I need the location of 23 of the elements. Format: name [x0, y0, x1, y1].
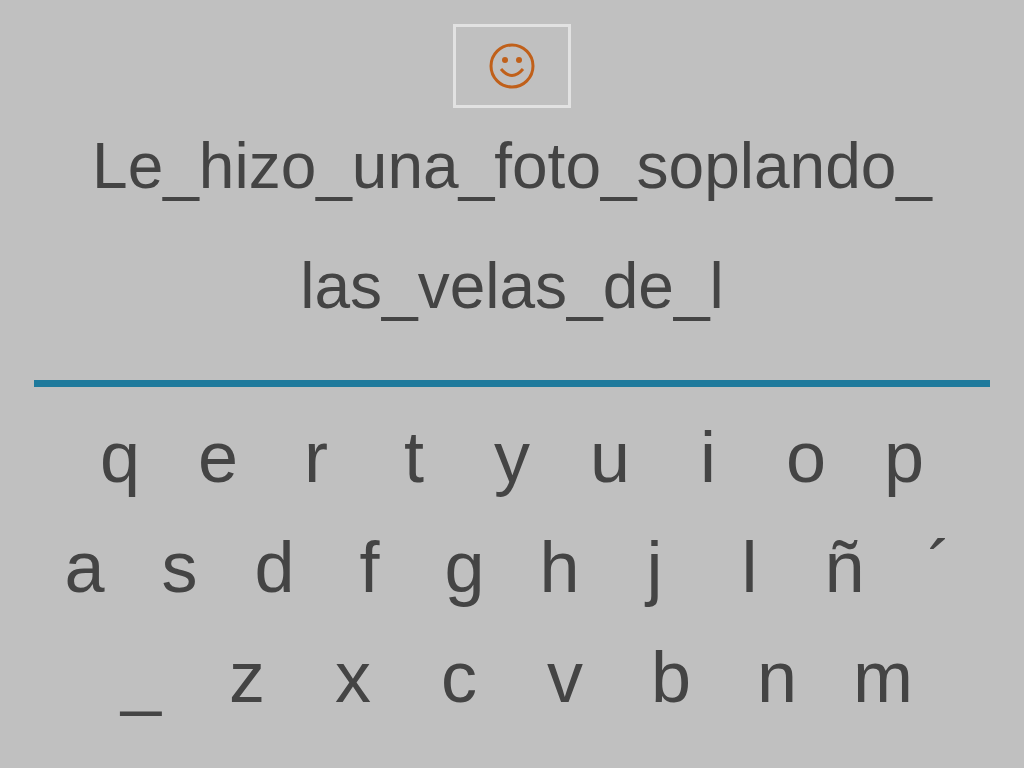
letter-key[interactable]: o	[757, 421, 855, 493]
letter-key[interactable]: x	[300, 641, 406, 713]
hint-box[interactable]	[453, 24, 571, 108]
letter-key[interactable]: v	[512, 641, 618, 713]
letter-key[interactable]: r	[267, 421, 365, 493]
letter-key[interactable]: s	[132, 531, 227, 603]
letter-key[interactable]: m	[830, 641, 936, 713]
letter-key[interactable]: n	[724, 641, 830, 713]
letter-key[interactable]: e	[169, 421, 267, 493]
letter-key[interactable]: c	[406, 641, 512, 713]
letter-key[interactable]: u	[561, 421, 659, 493]
letter-key[interactable]: z	[194, 641, 300, 713]
letter-key[interactable]: l	[702, 531, 797, 603]
smiley-icon	[488, 42, 536, 90]
letter-key[interactable]: a	[37, 531, 132, 603]
letter-key[interactable]: ´	[892, 531, 987, 603]
letter-key[interactable]: i	[659, 421, 757, 493]
letter-key[interactable]: t	[365, 421, 463, 493]
letter-key[interactable]: ñ	[797, 531, 892, 603]
letter-key[interactable]: f	[322, 531, 417, 603]
letter-key[interactable]: d	[227, 531, 322, 603]
letter-key[interactable]: h	[512, 531, 607, 603]
letter-key[interactable]: b	[618, 641, 724, 713]
